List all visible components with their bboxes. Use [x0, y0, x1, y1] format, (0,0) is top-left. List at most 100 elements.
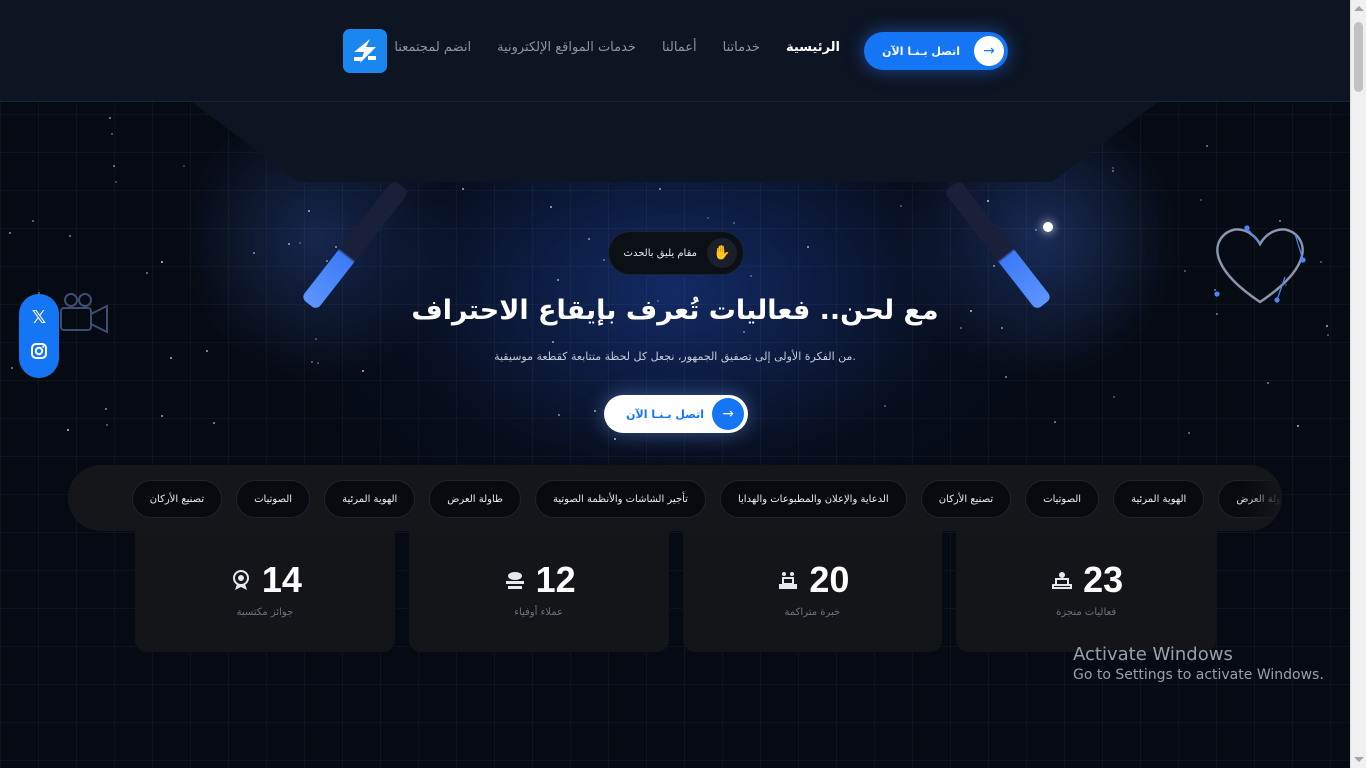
- stat-value: 14: [261, 559, 302, 600]
- stat-value: 23: [1083, 559, 1124, 600]
- scroll-up-icon[interactable]: [1354, 6, 1364, 11]
- star: [113, 165, 115, 167]
- star: [115, 181, 117, 183]
- star: [315, 338, 317, 340]
- windows-activation-watermark: Activate Windows Go to Settings to activ…: [1073, 644, 1324, 683]
- star: [288, 243, 290, 245]
- stat-value: 12: [535, 559, 576, 600]
- nav-item-services[interactable]: خدماتنا: [723, 40, 760, 55]
- hero-contact-button[interactable]: اتصل بـنـا الآن →: [604, 395, 748, 433]
- star: [1054, 421, 1056, 423]
- stat-card-clients: 12 عملاء أوفياء: [408, 531, 669, 652]
- star: [106, 424, 108, 426]
- star: [1320, 261, 1322, 263]
- vertical-scrollbar[interactable]: [1350, 0, 1366, 768]
- star: [1188, 432, 1190, 434]
- stat-card-events: 23 فعاليات منجزة: [956, 531, 1216, 652]
- scrollbar-thumb[interactable]: [1354, 22, 1363, 92]
- star: [362, 370, 364, 372]
- podium-icon: [775, 567, 801, 593]
- star: [146, 272, 148, 274]
- stat-card-experience: 20 خبرة متراكمة: [682, 531, 943, 652]
- strip-fade-right: [1242, 465, 1282, 531]
- hero-badge: مقام يليق بالحدث ✋: [608, 231, 744, 275]
- star: [109, 117, 111, 119]
- watermark-title: Activate Windows: [1073, 644, 1233, 665]
- arrow-right-icon: →: [712, 398, 744, 430]
- star: [550, 206, 552, 208]
- star: [32, 220, 34, 222]
- stat-value: 20: [809, 559, 850, 600]
- star: [707, 217, 709, 219]
- star: [299, 242, 301, 244]
- star: [733, 222, 735, 224]
- star: [67, 429, 69, 431]
- nav-item-works[interactable]: أعمالنا: [662, 40, 697, 55]
- scroll-down-icon[interactable]: [1354, 757, 1364, 762]
- service-chip[interactable]: طاولة العرض: [429, 480, 521, 518]
- star: [614, 438, 616, 440]
- star: [213, 422, 215, 424]
- arrow-right-icon: →: [974, 36, 1004, 66]
- service-chip[interactable]: الصوتيات: [1025, 480, 1100, 518]
- star: [884, 405, 886, 407]
- handshake-icon: [502, 567, 528, 593]
- stage-icon: [1049, 567, 1075, 593]
- stats-row: 23 فعاليات منجزة 20 خبرة متراكمة 12 عملا…: [135, 531, 1216, 652]
- brand-logo-icon[interactable]: [343, 29, 387, 73]
- award-icon: [228, 567, 254, 593]
- star: [987, 200, 989, 202]
- nav-item-community[interactable]: انضم لمجتمعنا: [394, 40, 471, 55]
- service-chip[interactable]: الهوية المرئية: [324, 480, 416, 518]
- hand-icon: ✋: [707, 238, 737, 268]
- services-track: طاولة العرض الهوية المرئية الصوتيات تصني…: [96, 480, 1282, 518]
- star: [993, 265, 995, 267]
- star: [335, 246, 337, 248]
- hero-title: مع لحن.. فعاليات تُعرف بإيقاع الاحتراف: [411, 295, 939, 326]
- hero-badge-text: مقام يليق بالحدث: [623, 247, 697, 259]
- star: [900, 205, 902, 207]
- star: [743, 331, 745, 333]
- star: [558, 414, 560, 416]
- strip-fade-left: [68, 465, 108, 531]
- service-chip[interactable]: تصنيع الأركان: [131, 480, 223, 518]
- stat-label: خبرة متراكمة: [784, 607, 841, 618]
- stat-label: جوائز مكتسبة: [236, 607, 294, 618]
- hero-contact-label: اتصل بـنـا الآن: [626, 407, 704, 421]
- service-chip[interactable]: تصنيع الأركان: [920, 480, 1012, 518]
- service-chip[interactable]: تأجير الشاشات والأنظمة الصوتية: [534, 480, 706, 518]
- service-chip[interactable]: الهوية المرئية: [1113, 480, 1205, 518]
- star: [9, 232, 11, 234]
- header-contact-button[interactable]: اتصل بـنـا الآن →: [864, 32, 1008, 70]
- star: [1113, 396, 1115, 398]
- star: [557, 279, 559, 281]
- nav-item-web-services[interactable]: خدمات المواقع الإلكترونية: [497, 40, 636, 55]
- star: [111, 133, 113, 135]
- star: [1327, 334, 1329, 336]
- service-chip[interactable]: الصوتيات: [236, 480, 311, 518]
- star: [105, 408, 107, 410]
- star: [1184, 270, 1186, 272]
- main-nav: الرئيسية خدماتنا أعمالنا خدمات المواقع ا…: [394, 40, 840, 55]
- nav-item-home[interactable]: الرئيسية: [786, 40, 840, 55]
- star: [960, 327, 962, 329]
- star: [603, 259, 605, 261]
- star: [1112, 167, 1114, 169]
- star: [594, 410, 596, 412]
- header-notch: [192, 102, 1158, 182]
- stat-label: عملاء أوفياء: [514, 607, 563, 618]
- services-strip: طاولة العرض الهوية المرئية الصوتيات تصني…: [68, 465, 1282, 531]
- star: [183, 165, 185, 167]
- stat-label: فعاليات منجزة: [1056, 607, 1117, 618]
- star: [1200, 199, 1202, 201]
- star: [552, 341, 554, 343]
- service-chip[interactable]: الدعاية والإعلان والمطبوعات والهدايا: [719, 480, 907, 518]
- stat-card-awards: 14 جوائز مكتسبة: [135, 531, 395, 652]
- star: [161, 261, 163, 263]
- star: [1001, 327, 1003, 329]
- star: [1206, 145, 1208, 147]
- hero-subtitle: من الفكرة الأولى إلى تصفيق الجمهور، نجعل…: [494, 350, 856, 363]
- star: [1035, 229, 1037, 231]
- star: [659, 188, 661, 190]
- watermark-subtitle: Go to Settings to activate Windows.: [1073, 667, 1324, 683]
